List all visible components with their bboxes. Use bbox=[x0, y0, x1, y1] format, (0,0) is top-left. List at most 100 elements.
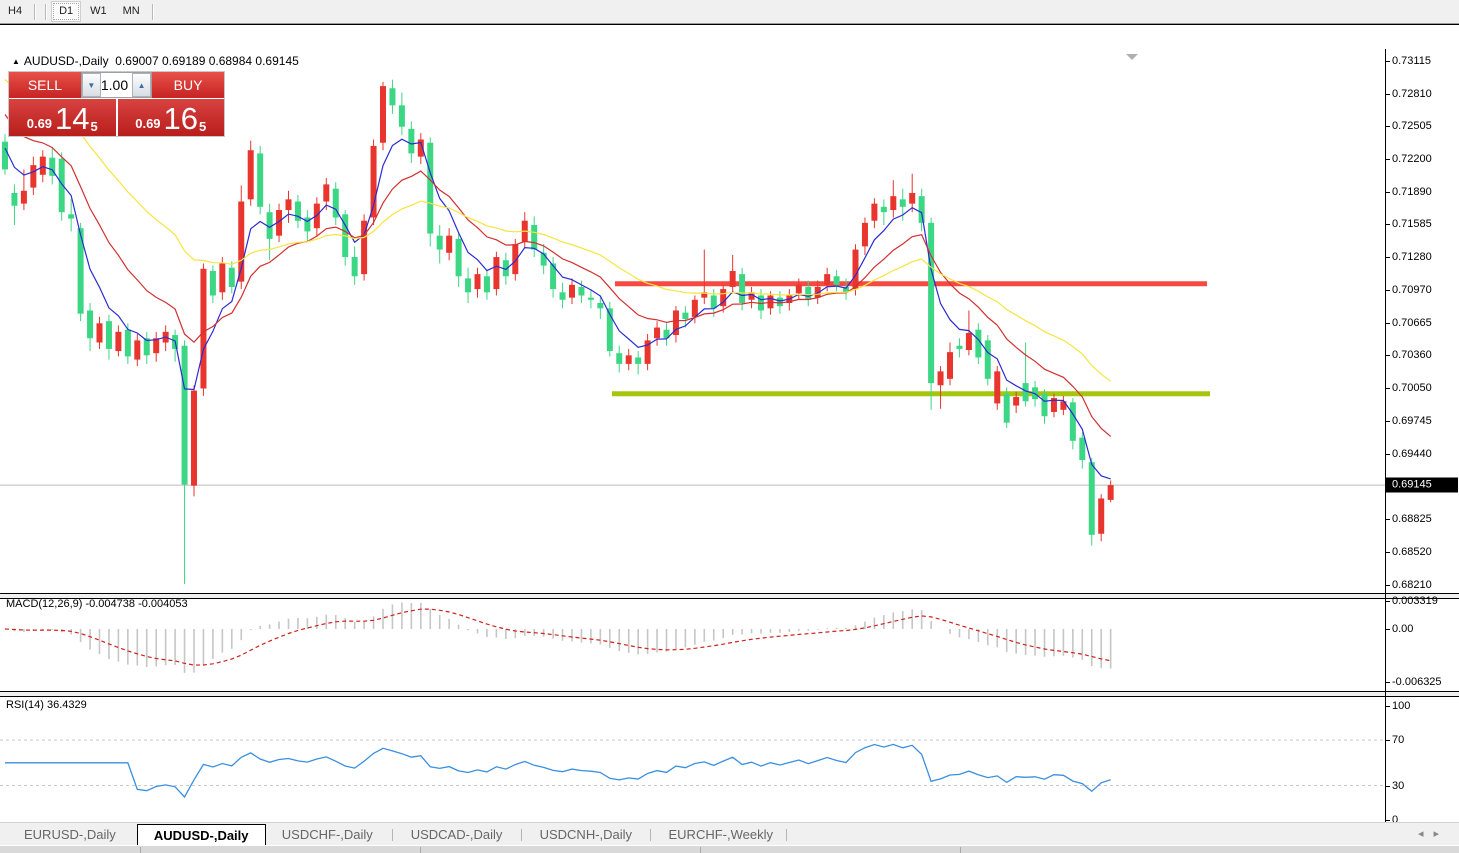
candle-body bbox=[994, 371, 1001, 404]
tab-scroll-arrows[interactable]: ◂▸ bbox=[1418, 827, 1449, 840]
tab-separator bbox=[649, 829, 651, 841]
candle bbox=[408, 121, 415, 164]
candle-body bbox=[852, 249, 859, 290]
candle-body bbox=[512, 244, 519, 275]
buy-price-panel[interactable]: 0.69 16 5 bbox=[117, 99, 224, 136]
timeframe-button-w1[interactable]: W1 bbox=[83, 2, 114, 21]
candle bbox=[1060, 395, 1067, 416]
status-divider bbox=[700, 847, 701, 853]
price-axis-label: 0.72505 bbox=[1392, 120, 1432, 133]
candle-body bbox=[1003, 393, 1010, 423]
price-axis-label: 0.70970 bbox=[1392, 284, 1432, 297]
candle bbox=[559, 282, 566, 309]
timeframe-button-h4[interactable]: H4 bbox=[1, 2, 29, 21]
candle bbox=[285, 190, 292, 223]
candle-body bbox=[833, 276, 840, 285]
sell-button[interactable]: SELL bbox=[9, 72, 81, 98]
candle bbox=[672, 306, 679, 343]
candle bbox=[304, 210, 311, 243]
candle-body bbox=[795, 284, 802, 294]
candle-body bbox=[1098, 498, 1105, 534]
candle-body bbox=[446, 235, 453, 253]
toolbar-separator bbox=[34, 3, 36, 20]
timeframe-button-mn[interactable]: MN bbox=[116, 2, 147, 21]
candle-body bbox=[96, 323, 103, 343]
candle bbox=[257, 145, 264, 215]
candle-body bbox=[956, 345, 963, 349]
tab-usdchfdaily[interactable]: USDCHF-,Daily bbox=[266, 825, 389, 845]
tab-scroll-right-icon[interactable]: ▸ bbox=[1433, 828, 1449, 840]
candle-body bbox=[1013, 397, 1020, 406]
autoscroll-marker-icon[interactable] bbox=[1126, 54, 1138, 60]
candle-body bbox=[124, 329, 131, 357]
candle-body bbox=[587, 297, 594, 300]
candle-body bbox=[635, 357, 642, 364]
candle bbox=[890, 180, 897, 218]
candle bbox=[540, 244, 547, 275]
price-axis-tick bbox=[1386, 224, 1390, 226]
candle-body bbox=[483, 276, 490, 293]
candle bbox=[398, 92, 405, 136]
macd-panel-canvas[interactable] bbox=[0, 598, 1385, 691]
price-axis-label: 0.68520 bbox=[1392, 545, 1432, 558]
one-click-trade-widget: SELL ▼ 1.00 ▲ BUY 0.69 14 5 0.69 16 5 bbox=[8, 71, 225, 137]
rsi-panel-canvas[interactable] bbox=[0, 696, 1385, 825]
tab-eurchfweekly[interactable]: EURCHF-,Weekly bbox=[653, 825, 790, 845]
price-axis-tick bbox=[1386, 93, 1390, 95]
candle bbox=[332, 182, 339, 225]
rsi-axis-label: 30 bbox=[1392, 779, 1405, 792]
macd-axis-tick bbox=[1386, 682, 1390, 684]
candle bbox=[861, 217, 868, 255]
volume-decrease-icon[interactable]: ▼ bbox=[81, 73, 101, 97]
candle-body bbox=[937, 371, 944, 386]
sell-price-panel[interactable]: 0.69 14 5 bbox=[9, 99, 116, 136]
candle bbox=[569, 278, 575, 305]
candle-body bbox=[909, 192, 916, 204]
rsi-axis-label: 70 bbox=[1392, 734, 1405, 747]
rsi-axis-tick bbox=[1386, 706, 1390, 707]
tab-usdcnhdaily[interactable]: USDCNH-,Daily bbox=[524, 825, 648, 845]
volume-increase-icon[interactable]: ▲ bbox=[132, 73, 152, 97]
candle-body bbox=[928, 222, 935, 384]
candle bbox=[351, 246, 358, 285]
candle bbox=[880, 199, 887, 225]
candle-body bbox=[890, 196, 897, 211]
volume-stepper: ▼ 1.00 ▲ bbox=[80, 72, 153, 98]
candle bbox=[153, 331, 160, 362]
candle bbox=[928, 217, 935, 410]
candle-body bbox=[1079, 437, 1086, 461]
tab-audusddaily[interactable]: AUDUSD-,Daily bbox=[136, 824, 266, 847]
candle bbox=[587, 289, 594, 309]
candle bbox=[389, 79, 396, 114]
candles-group bbox=[2, 79, 1114, 584]
price-axis-label: 0.69745 bbox=[1392, 415, 1432, 428]
candle-body bbox=[285, 199, 292, 211]
candle bbox=[30, 156, 37, 196]
candle-body bbox=[739, 274, 746, 303]
candle-body bbox=[323, 184, 330, 202]
candle-body bbox=[58, 158, 65, 213]
candle-body bbox=[1022, 383, 1029, 402]
candle-body bbox=[899, 199, 906, 207]
tab-usdcaddaily[interactable]: USDCAD-,Daily bbox=[395, 825, 519, 845]
candle bbox=[663, 323, 670, 346]
rsi-label: RSI(14) 36.4329 bbox=[6, 699, 87, 711]
candle bbox=[96, 316, 103, 349]
buy-button[interactable]: BUY bbox=[152, 72, 224, 98]
volume-input[interactable]: 1.00 bbox=[101, 73, 132, 97]
tab-eurusddaily[interactable]: EURUSD-,Daily bbox=[8, 825, 132, 845]
price-axis-tick bbox=[1386, 126, 1390, 128]
candle-body bbox=[776, 297, 783, 307]
price-axis-border bbox=[1385, 49, 1386, 826]
timeframe-button-d1[interactable]: D1 bbox=[51, 1, 82, 22]
candle-body bbox=[947, 352, 953, 379]
price-axis-tick bbox=[1386, 355, 1390, 357]
rsi-axis-tick bbox=[1386, 740, 1390, 742]
price-axis-tick bbox=[1386, 158, 1390, 160]
macd-axis-label: 0.00 bbox=[1392, 623, 1414, 635]
tab-scroll-left-icon[interactable]: ◂ bbox=[1418, 828, 1434, 840]
candle bbox=[247, 140, 254, 206]
price-axis-label: 0.69440 bbox=[1392, 447, 1432, 460]
candle-body bbox=[965, 332, 972, 350]
candle-body bbox=[389, 88, 396, 106]
